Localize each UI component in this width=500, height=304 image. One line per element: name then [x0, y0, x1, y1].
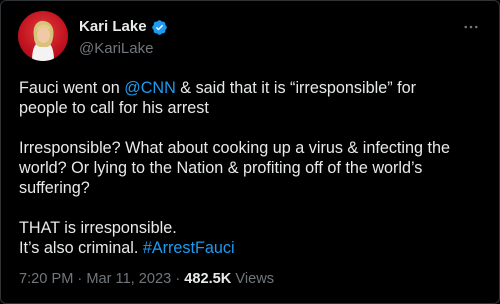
tweet-line: THAT is irresponsible. — [19, 219, 177, 237]
tweet-time[interactable]: 7:20 PM — [19, 271, 73, 287]
views-count: 482.5K — [184, 271, 232, 287]
verified-badge-icon — [151, 19, 168, 36]
tweet-card: Kari Lake @KariLake Fauci went on @CNN &… — [0, 0, 500, 304]
mention-link[interactable]: @CNN — [124, 79, 176, 97]
author-name[interactable]: Kari Lake — [79, 18, 147, 36]
tweet-text-segment: It’s also criminal. — [19, 239, 143, 257]
tweet-line: world? Or lying to the Nation & profitin… — [19, 159, 423, 177]
tweet-line: Fauci went on @CNN & said that it is “ir… — [19, 78, 489, 98]
author-name-row: Kari Lake — [79, 18, 168, 36]
tweet-line: It’s also criminal. #ArrestFauci — [19, 238, 489, 258]
tweet-meta: 7:20 PM · Mar 11, 2023 · 482.5K Views — [19, 270, 274, 288]
more-options-button[interactable] — [461, 17, 481, 37]
tweet-line: people to call for his arrest — [19, 99, 209, 117]
avatar[interactable] — [18, 11, 68, 61]
tweet-date[interactable]: Mar 11, 2023 — [86, 271, 171, 287]
tweet-line: suffering? — [19, 179, 90, 197]
meta-separator: · — [171, 271, 185, 287]
meta-separator: · — [73, 271, 87, 287]
tweet-line: Irresponsible? What about cooking up a v… — [19, 139, 451, 157]
tweet-text: Fauci went on @CNN & said that it is “ir… — [19, 78, 489, 258]
hashtag-link[interactable]: #ArrestFauci — [143, 239, 235, 257]
views-label: Views — [231, 271, 275, 287]
tweet-text-segment: & said that it is “irresponsible” for — [175, 79, 417, 97]
more-horizontal-icon — [464, 25, 478, 29]
author-handle[interactable]: @KariLake — [79, 40, 153, 58]
profile-photo-icon — [32, 20, 54, 61]
tweet-text-segment: Fauci went on — [19, 79, 125, 97]
